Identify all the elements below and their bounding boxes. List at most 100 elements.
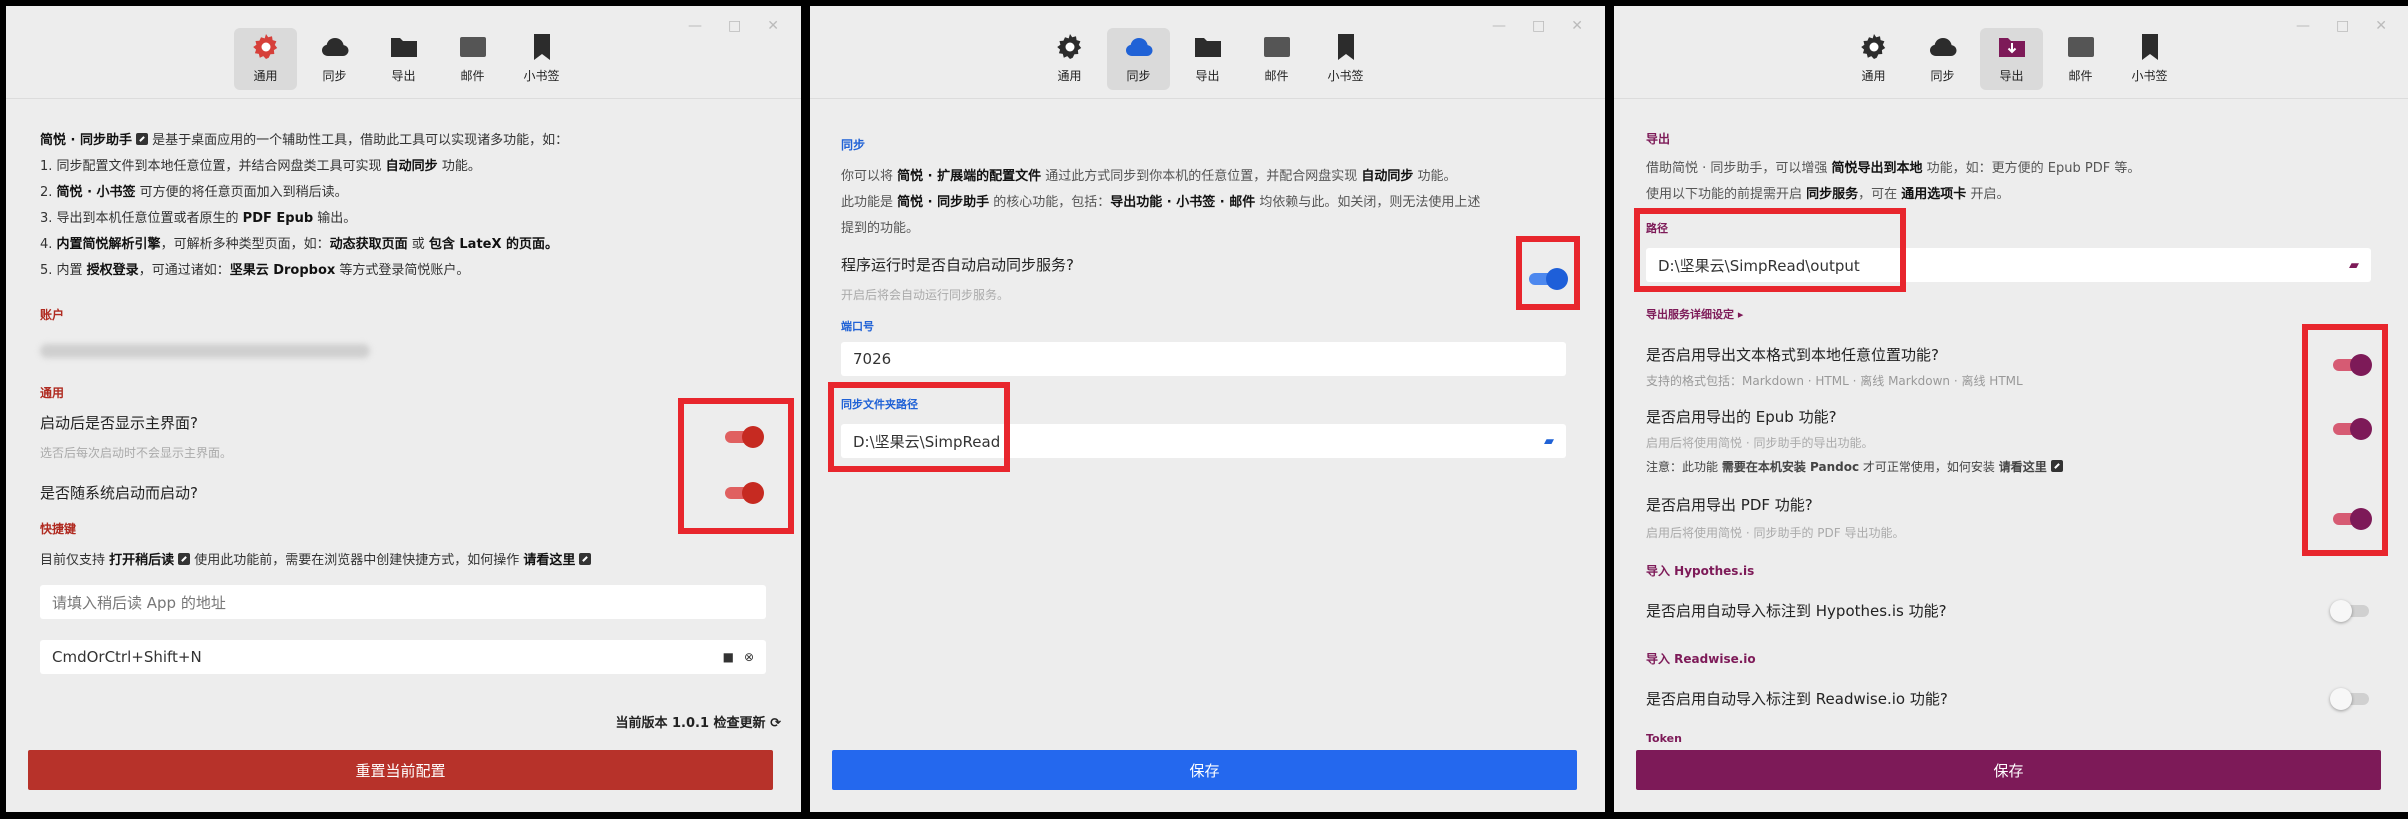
highlight-box	[828, 382, 1010, 472]
external-link-icon[interactable]	[579, 553, 592, 565]
version-info[interactable]: 当前版本 1.0.1 检查更新 ⟳	[615, 712, 781, 731]
intro-line: 简悦 · 同步助手 是基于桌面应用的一个辅助性工具，借助此工具可以实现诸多功能，…	[40, 133, 569, 148]
tab-export[interactable]: 导出	[372, 28, 435, 90]
tab-label: 导出	[1195, 69, 1220, 83]
tab-mail[interactable]: 邮件	[1245, 28, 1308, 90]
readwise-section-label: 导入 Readwise.io	[1646, 652, 1756, 666]
tab-sync[interactable]: 同步	[1911, 28, 1974, 90]
tab-label: 邮件	[460, 69, 485, 83]
tab-export[interactable]: 导出	[1176, 28, 1239, 90]
auto-sync-question: 程序运行时是否自动启动同步服务?	[841, 256, 1074, 274]
token-label: Token	[1646, 732, 1682, 745]
account-section-label: 账户	[40, 308, 65, 322]
tab-export[interactable]: 导出	[1980, 28, 2043, 90]
desc-line: 使用以下功能的前提需开启 同步服务，可在 通用选项卡 开启。	[1646, 187, 2010, 202]
tab-mail[interactable]: 邮件	[2049, 28, 2112, 90]
divider	[810, 98, 1605, 99]
pandoc-note: 注意：此功能 需要在本机安装 Pandoc 才可正常使用，如何安装 请看这里	[1646, 458, 2063, 475]
tab-label: 通用	[253, 69, 278, 83]
folder-open-icon[interactable]: ▰	[2349, 258, 2359, 273]
refresh-icon[interactable]: ⟳	[770, 716, 781, 731]
bookmark-icon	[2141, 34, 2158, 60]
divider	[1614, 98, 2408, 99]
export-details-toggle[interactable]: 导出服务详细设定 ▸	[1646, 306, 1743, 322]
details-label: 导出服务详细设定	[1646, 308, 1734, 321]
readwise-import-question: 是否启用自动导入标注到 Readwise.io 功能?	[1646, 690, 1948, 708]
gear-icon	[1056, 34, 1081, 59]
tab-bar: 通用 同步 导出 邮件 小书签	[6, 28, 801, 90]
hypothesis-section-label: 导入 Hypothes.is	[1646, 564, 1755, 578]
external-link-icon[interactable]	[136, 133, 148, 145]
input-placeholder: 请填入稍后读 App 的地址	[52, 593, 226, 612]
intro-line: 2. 简悦 · 小书签 可方便的将任意页面加入到稍后读。	[40, 185, 348, 200]
tab-sync[interactable]: 同步	[303, 28, 366, 90]
hypothesis-import-toggle[interactable]	[2330, 600, 2372, 622]
highlight-box	[1516, 236, 1580, 310]
export-section-label: 导出	[1646, 132, 1671, 146]
folder-download-icon	[1998, 38, 2025, 57]
intro-line: 1. 同步配置文件到本地任意位置，并结合网盘类工具可实现 自动同步 功能。	[40, 159, 481, 174]
shortcut-section-label: 快捷键	[40, 522, 77, 536]
save-icon[interactable]: ■	[723, 650, 734, 664]
tab-bookmarklet[interactable]: 小书签	[1314, 28, 1377, 90]
toggle-knob	[2330, 600, 2352, 622]
tab-sync[interactable]: 同步	[1107, 28, 1170, 90]
save-button[interactable]: 保存	[1636, 750, 2381, 790]
mail-icon	[1263, 37, 1290, 57]
reset-config-button[interactable]: 重置当前配置	[28, 750, 773, 790]
sync-description: 你可以将 简悦 · 扩展端的配置文件 通过此方式同步到你本机的任意位置，并配合网…	[841, 164, 1480, 242]
mail-icon	[2067, 37, 2094, 57]
tab-general[interactable]: 通用	[1842, 28, 1905, 90]
intro-line: 3. 导出到本机任意位置或者原生的 PDF Epub 输出。	[40, 211, 357, 226]
tab-bookmarklet[interactable]: 小书签	[510, 28, 573, 90]
show-main-window-question: 启动后是否显示主界面?	[40, 414, 198, 432]
tab-bookmarklet[interactable]: 小书签	[2118, 28, 2181, 90]
cloud-icon	[1929, 38, 1956, 56]
sync-section-label: 同步	[841, 138, 866, 152]
highlight-box	[1634, 208, 1906, 292]
mail-icon	[459, 37, 486, 57]
folder-open-icon[interactable]: ▰	[1544, 434, 1554, 449]
intro-line: 4. 内置简悦解析引擎，可解析多种类型页面，如：动态获取页面 或 包含 Late…	[40, 237, 559, 252]
export-epub-hint: 启用后将使用简悦 · 同步助手的导出功能。	[1646, 436, 1874, 450]
app-address-input[interactable]: 请填入稍后读 App 的地址	[40, 585, 766, 619]
desc-line: 提到的功能。	[841, 221, 920, 236]
external-link-icon[interactable]	[2050, 460, 2063, 472]
tab-bar: 通用 同步 导出 邮件 小书签	[1614, 28, 2408, 90]
sync-settings-window: — □ ✕ 通用 同步 导出 邮件 小书签 同步 你可以将 简悦 · 扩展端的配…	[810, 6, 1605, 812]
intro-line: 5. 内置 授权登录，可通过诸如：坚果云 Dropbox 等方式登录简悦账户。	[40, 263, 470, 278]
desc-line: 此功能是 简悦 · 同步助手 的核心功能，包括：导出功能 · 小书签 · 邮件 …	[841, 195, 1481, 210]
tab-label: 导出	[391, 69, 416, 83]
tab-mail[interactable]: 邮件	[441, 28, 504, 90]
tab-label: 邮件	[1264, 69, 1289, 83]
readwise-import-toggle[interactable]	[2330, 688, 2372, 710]
cloud-icon	[1125, 38, 1152, 56]
tab-label: 同步	[322, 69, 347, 83]
export-settings-window: — □ ✕ 通用 同步 导出 邮件 小书签 导出 借助简悦 · 同步助手，可以增…	[1614, 6, 2408, 812]
desc-line: 你可以将 简悦 · 扩展端的配置文件 通过此方式同步到你本机的任意位置，并配合网…	[841, 169, 1457, 184]
export-text-question: 是否启用导出文本格式到本地任意位置功能?	[1646, 346, 1939, 364]
auto-launch-question: 是否随系统启动而启动?	[40, 484, 198, 502]
bookmark-icon	[1337, 34, 1354, 60]
export-pdf-hint: 启用后将使用简悦 · 同步助手的 PDF 导出功能。	[1646, 526, 1905, 540]
tab-label: 同步	[1126, 69, 1151, 83]
save-button[interactable]: 保存	[832, 750, 1577, 790]
clear-icon[interactable]: ⊗	[744, 650, 754, 664]
port-input[interactable]: 7026	[841, 342, 1566, 376]
tab-label: 邮件	[2068, 69, 2093, 83]
blurred-account-info	[40, 344, 370, 358]
external-link-icon[interactable]	[178, 553, 191, 565]
tab-general[interactable]: 通用	[234, 28, 297, 90]
folder-icon	[390, 38, 417, 57]
general-section-label: 通用	[40, 386, 65, 400]
tab-label: 小书签	[2131, 69, 2168, 83]
tab-label: 小书签	[523, 69, 560, 83]
gear-icon	[252, 34, 277, 59]
show-main-window-hint: 选否后每次启动时不会显示主界面。	[40, 446, 233, 460]
caret-right-icon: ▸	[1737, 308, 1744, 321]
hotkey-input[interactable]: CmdOrCtrl+Shift+N ■ ⊗	[40, 640, 766, 674]
hotkey-actions: ■ ⊗	[723, 650, 754, 664]
tab-label: 通用	[1057, 69, 1082, 83]
tab-general[interactable]: 通用	[1038, 28, 1101, 90]
version-text: 当前版本 1.0.1 检查更新	[615, 716, 766, 731]
